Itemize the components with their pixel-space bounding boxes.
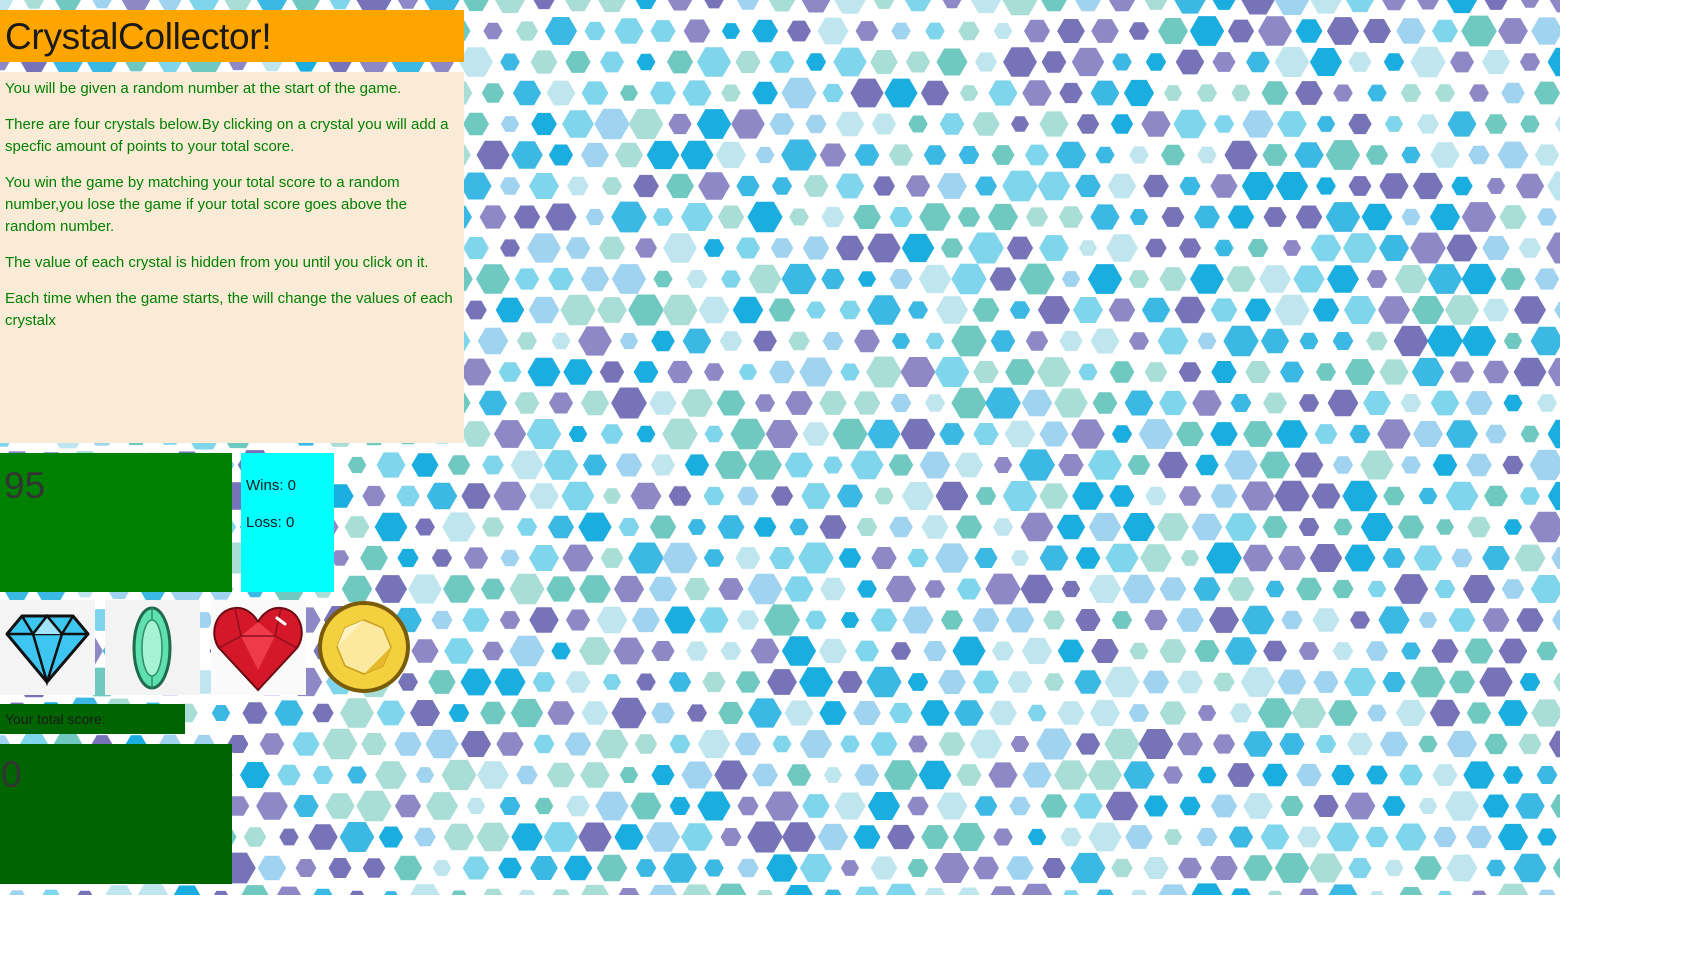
total-score: 0 [1, 754, 22, 795]
random-number: 95 [4, 465, 46, 506]
title-banner: CrystalCollector! [0, 10, 464, 62]
crystal-button-3[interactable] [211, 600, 306, 695]
instruction-4: The value of each crystal is hidden from… [5, 254, 429, 271]
crystal-button-4[interactable] [317, 600, 412, 695]
loss-count: Loss: 0 [246, 514, 295, 531]
random-number-box: 95 [0, 453, 232, 592]
blue-diamond-icon [5, 614, 90, 687]
instructions-panel: You will be given a random number at the… [0, 72, 464, 443]
game-title: CrystalCollector! [5, 16, 272, 57]
yellow-topaz-icon [318, 601, 410, 693]
crystal-button-2[interactable] [105, 600, 200, 695]
instruction-5: Each time when the game starts, the will… [5, 290, 453, 329]
stats-box: Wins: 0 Loss: 0 [241, 453, 334, 592]
instruction-3: You win the game by matching your total … [5, 174, 407, 235]
instruction-2: There are four crystals below.By clickin… [5, 116, 449, 155]
instruction-1: You will be given a random number at the… [5, 80, 402, 97]
total-score-label: Your total score: [5, 711, 106, 727]
crystal-button-1[interactable] [0, 600, 95, 695]
green-emerald-icon [132, 606, 172, 690]
wins-count: Wins: 0 [246, 477, 297, 494]
total-score-label-box: Your total score: [0, 704, 185, 734]
red-heart-gem-icon [213, 606, 303, 692]
total-score-box: 0 [0, 744, 232, 884]
